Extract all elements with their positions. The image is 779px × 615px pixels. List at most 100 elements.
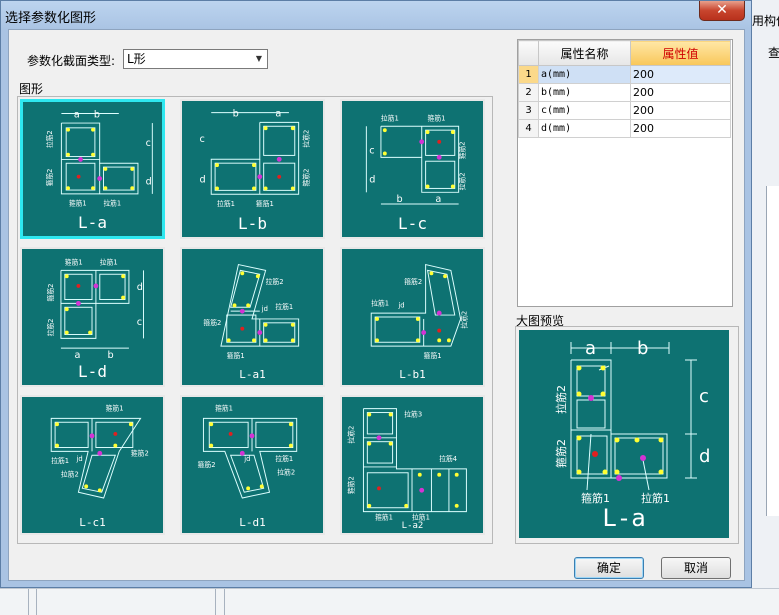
rebar-label-stirrup1: 箍筋1 <box>215 404 233 413</box>
preview-label-tie1: 拉筋1 <box>641 491 670 505</box>
dim-a-label: a <box>74 109 80 120</box>
shape-tile-label: L-a <box>78 213 107 232</box>
rebar-label-stirrup2: 箍筋2 <box>203 318 221 327</box>
table-row[interactable]: 3 c(mm) 200 <box>518 101 731 120</box>
rebar-label-stirrup2: 箍筋2 <box>131 448 149 457</box>
shapes-group-label: 图形 <box>19 80 46 97</box>
rebar-label-stirrup1: 箍筋1 <box>428 113 446 122</box>
dialog-client-area: 参数化截面类型: L形 ▼ 图形 a b c d 拉筋2 箍筋2 箍筋1 拉筋1… <box>8 29 745 581</box>
table-row[interactable]: 2 b(mm) 200 <box>518 83 731 102</box>
rebar-label-tie2: 拉筋2 <box>457 172 466 190</box>
rebar-label-tie4: 拉筋4 <box>439 454 457 463</box>
background-toolbar-text: 查 <box>768 46 779 60</box>
section-type-label: 参数化截面类型: <box>27 54 116 68</box>
shape-tile-l-a2[interactable]: 拉筋3 拉筋2 箍筋2 拉筋4 箍筋1 拉筋1 L-a2 <box>340 395 485 535</box>
title-bar[interactable]: 选择参数化图形 ✕ <box>1 1 751 29</box>
rebar-label-stirrup2: 箍筋2 <box>46 284 55 302</box>
dim-b-label: b <box>94 109 100 120</box>
rebar-label-tie1: 拉筋1 <box>100 258 118 267</box>
property-value[interactable]: 200 <box>630 101 731 120</box>
section-type-dropdown[interactable]: L形 ▼ <box>123 49 268 69</box>
shape-tile-label: L-b <box>238 214 267 233</box>
preview-dim-a: a <box>585 338 596 359</box>
shape-tile-label: L-c <box>398 214 427 233</box>
close-icon: ✕ <box>716 2 728 18</box>
property-name: a(mm) <box>538 65 631 84</box>
rebar-label-stirrup1: 箍筋1 <box>256 199 274 208</box>
properties-header-row: 属性名称 属性值 <box>518 40 731 66</box>
shape-tile-label: L-a2 <box>401 521 424 531</box>
preview-dim-b: b <box>637 338 648 359</box>
shape-tile-l-d[interactable]: a b d c 箍筋1 拉筋1 箍筋2 拉筋2 L-d <box>20 247 165 387</box>
shape-tile-l-c1[interactable]: 箍筋1 拉筋1 拉筋2 箍筋2 jd L-c1 <box>20 395 165 535</box>
rebar-label-tie2: 拉筋2 <box>301 130 310 148</box>
parametric-shape-dialog: 选择参数化图形 ✕ 参数化截面类型: L形 ▼ 图形 a b c d 拉筋2 箍… <box>0 0 752 588</box>
dim-d-label: d <box>369 175 375 186</box>
section-type-value: L形 <box>127 52 146 66</box>
row-index: 4 <box>518 119 539 138</box>
rebar-label-tie2: 拉筋2 <box>61 470 79 479</box>
property-value[interactable]: 200 <box>630 83 731 102</box>
rebar-label-stirrup2: 箍筋2 <box>301 169 310 187</box>
rebar-label-tie2: 拉筋2 <box>277 468 295 477</box>
shapes-group: a b c d 拉筋2 箍筋2 箍筋1 拉筋1 L-a b a c d 拉筋2 … <box>17 96 493 544</box>
status-divider <box>36 589 37 615</box>
property-name: d(mm) <box>538 119 631 138</box>
shape-tile-l-d1[interactable]: 箍筋1 箍筋2 拉筋1 拉筋2 jd L-d1 <box>180 395 325 535</box>
dim-jd-label: jd <box>397 301 404 309</box>
rebar-label-tie2: 拉筋2 <box>347 426 356 444</box>
shape-tile-l-a1[interactable]: 拉筋2 拉筋1 箍筋2 箍筋1 jd L-a1 <box>180 247 325 387</box>
dim-a-label: a <box>75 350 81 361</box>
rebar-label-stirrup1: 箍筋1 <box>227 351 245 360</box>
dim-c-label: c <box>200 134 205 145</box>
rebar-label-tie1: 拉筋1 <box>381 113 399 122</box>
rebar-label-stirrup1: 箍筋1 <box>424 351 442 360</box>
ok-button[interactable]: 确定 <box>574 557 644 579</box>
dim-b-label: b <box>233 109 239 120</box>
rebar-label-tie1: 拉筋1 <box>275 302 293 311</box>
shape-diagram-l-d1: 箍筋1 箍筋2 拉筋1 拉筋2 jd <box>198 404 298 499</box>
close-button[interactable]: ✕ <box>699 1 745 21</box>
rebar-label-tie1: 拉筋1 <box>217 199 235 208</box>
table-row[interactable]: 1 a(mm) 200 <box>518 65 731 84</box>
rebar-label-tie2: 拉筋2 <box>266 277 284 286</box>
rebar-label-stirrup2: 箍筋2 <box>347 476 356 494</box>
shape-tile-label: L-d <box>78 362 107 381</box>
property-name: b(mm) <box>538 83 631 102</box>
properties-grid: 属性名称 属性值 1 a(mm) 200 2 b(mm) 200 3 c(mm)… <box>518 40 731 138</box>
property-value[interactable]: 200 <box>630 65 731 84</box>
dim-d-label: d <box>146 176 152 187</box>
property-value[interactable]: 200 <box>630 119 731 138</box>
rebar-label-tie1: 拉筋1 <box>104 198 122 207</box>
shape-tile-l-b[interactable]: b a c d 拉筋2 箍筋2 拉筋1 箍筋1 L-b <box>180 99 325 239</box>
header-index-cell <box>518 40 539 66</box>
header-value-cell: 属性值 <box>630 40 731 66</box>
chevron-down-icon[interactable]: ▼ <box>251 50 267 68</box>
dim-b-label: b <box>108 350 114 361</box>
dim-b-label: b <box>396 194 402 205</box>
shape-tile-l-b1[interactable]: 箍筋2 拉筋1 箍筋1 拉筋2 jd L-b1 <box>340 247 485 387</box>
dim-d-label: d <box>137 282 143 293</box>
preview-label-tie2: 拉筋2 <box>554 385 568 414</box>
dim-jd-label: jd <box>243 455 250 463</box>
dim-jd-label: jd <box>261 305 268 313</box>
cancel-button[interactable]: 取消 <box>661 557 731 579</box>
shape-diagram-l-b1: 箍筋2 拉筋1 箍筋1 拉筋2 jd <box>370 263 468 360</box>
status-divider <box>28 589 29 615</box>
shape-tile-label: L-d1 <box>239 516 266 529</box>
shape-tile-l-c[interactable]: c d b a 拉筋1 箍筋1 箍筋2 拉筋2 L-c <box>340 99 485 239</box>
table-row[interactable]: 4 d(mm) 200 <box>518 119 731 138</box>
rebar-label-tie1: 拉筋1 <box>51 456 69 465</box>
dim-jd-label: jd <box>75 455 82 463</box>
dim-c-label: c <box>369 145 374 156</box>
rebar-label-stirrup2: 箍筋2 <box>45 169 54 187</box>
property-name: c(mm) <box>538 101 631 120</box>
dim-a-label: a <box>435 194 441 205</box>
dim-c-label: c <box>137 317 142 328</box>
shape-tile-label: L-c1 <box>79 516 106 529</box>
rebar-label-tie2: 拉筋2 <box>45 130 54 148</box>
shape-tile-label: L-b1 <box>399 368 426 381</box>
shape-tile-l-a[interactable]: a b c d 拉筋2 箍筋2 箍筋1 拉筋1 L-a <box>20 99 165 239</box>
rebar-label-stirrup1: 箍筋1 <box>65 258 83 267</box>
dim-c-label: c <box>146 138 151 149</box>
